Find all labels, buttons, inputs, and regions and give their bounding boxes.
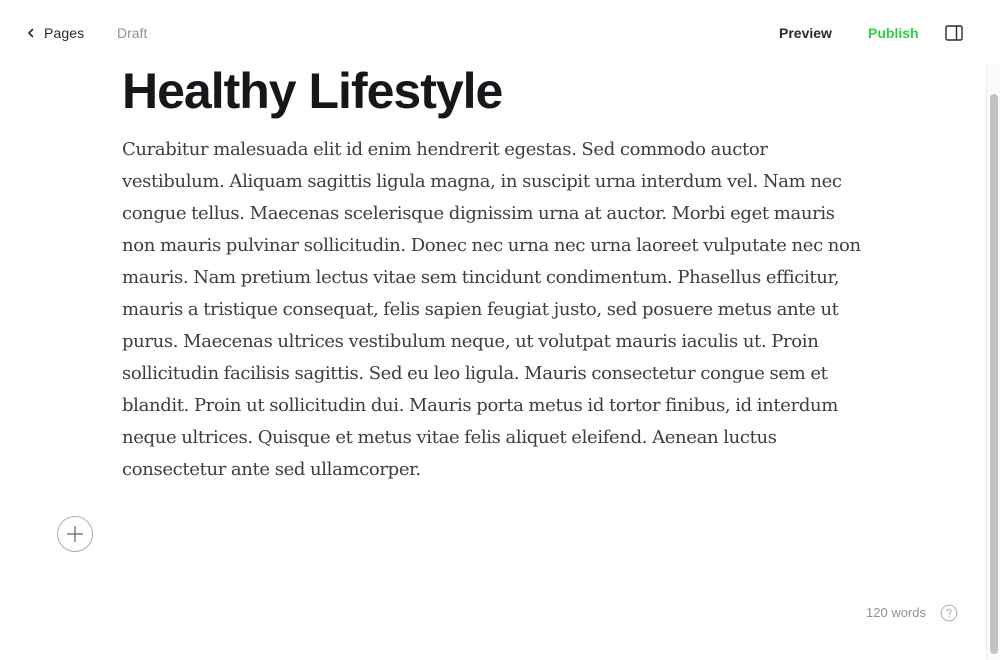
- word-count: 120 words: [866, 605, 926, 620]
- editor-scrollbar[interactable]: [986, 64, 1000, 660]
- preview-button[interactable]: Preview: [772, 21, 839, 45]
- sidebar-panel-icon: [945, 25, 963, 41]
- question-circle-icon: [940, 604, 958, 622]
- help-button[interactable]: [940, 604, 958, 622]
- chevron-left-icon: [26, 27, 36, 39]
- settings-panel-toggle[interactable]: [944, 23, 964, 43]
- post-body-paragraph[interactable]: Curabitur malesuada elit id enim hendrer…: [122, 134, 862, 486]
- post-status-label: Draft: [117, 25, 148, 41]
- add-card-button[interactable]: [57, 516, 93, 552]
- back-link-label: Pages: [44, 25, 85, 41]
- plus-icon: [65, 524, 85, 544]
- editor-header: Pages Draft Preview Publish: [0, 0, 1000, 64]
- back-to-pages-link[interactable]: Pages: [26, 22, 84, 44]
- scrollbar-thumb[interactable]: [990, 94, 998, 654]
- post-title[interactable]: Healthy Lifestyle: [122, 62, 503, 120]
- publish-button[interactable]: Publish: [860, 21, 927, 45]
